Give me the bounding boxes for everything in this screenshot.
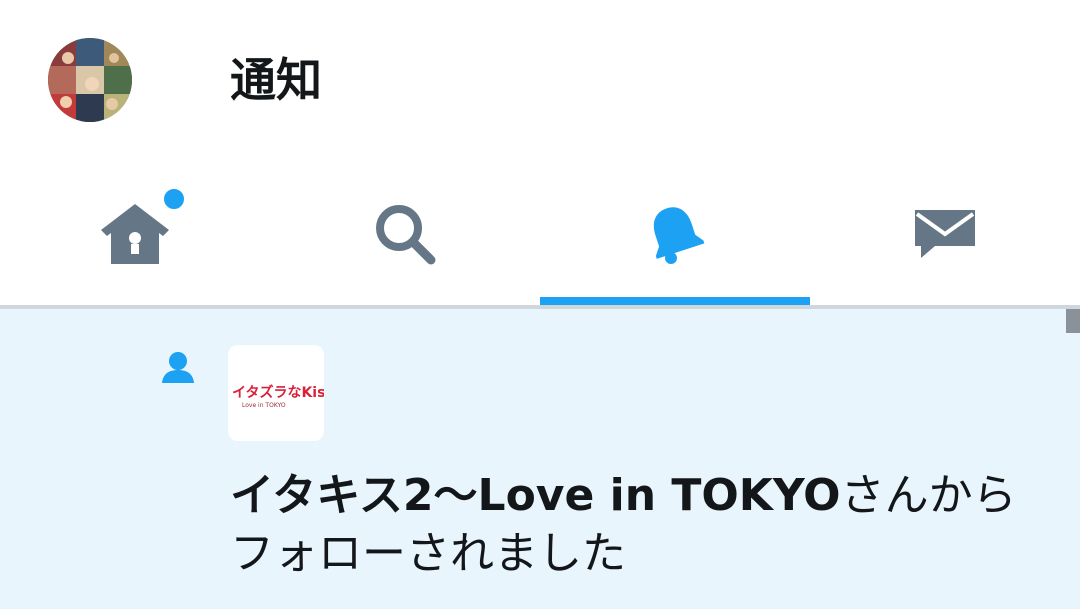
avatar-image [48,38,132,122]
profile-avatar[interactable] [48,38,132,122]
logo-text: イタズラなKiss2 [232,384,324,401]
account-avatar[interactable]: イタズラなKiss2 Love in TOKYO [228,345,324,441]
active-tab-indicator [540,297,810,305]
message-suffix: さんから [840,470,1017,521]
follow-person-icon [162,352,194,383]
message-line2: フォローされました [230,528,626,579]
tab-notifications[interactable] [540,160,810,308]
tab-home[interactable] [0,160,270,308]
envelope-icon [915,210,975,258]
scrollbar[interactable] [1066,309,1080,333]
app-header: 通知 [0,0,1080,160]
tab-messages[interactable] [810,160,1080,308]
search-icon [376,205,436,265]
page-title: 通知 [230,53,322,107]
home-icon [101,204,169,264]
bell-icon [653,207,705,264]
svg-text:Love in TOKYO: Love in TOKYO [242,402,286,409]
account-logo: イタズラなKiss2 Love in TOKYO [228,345,324,441]
tab-bar [0,160,1080,308]
notification-badge [162,187,186,211]
notification-text: イタキス2〜Love in TOKYOさんから フォローされました [230,467,1030,583]
notification-item[interactable]: イタズラなKiss2 Love in TOKYO イタキス2〜Love in T… [0,309,1080,609]
account-name[interactable]: イタキス2〜Love in TOKYO [230,470,841,521]
tab-search[interactable] [270,160,540,308]
